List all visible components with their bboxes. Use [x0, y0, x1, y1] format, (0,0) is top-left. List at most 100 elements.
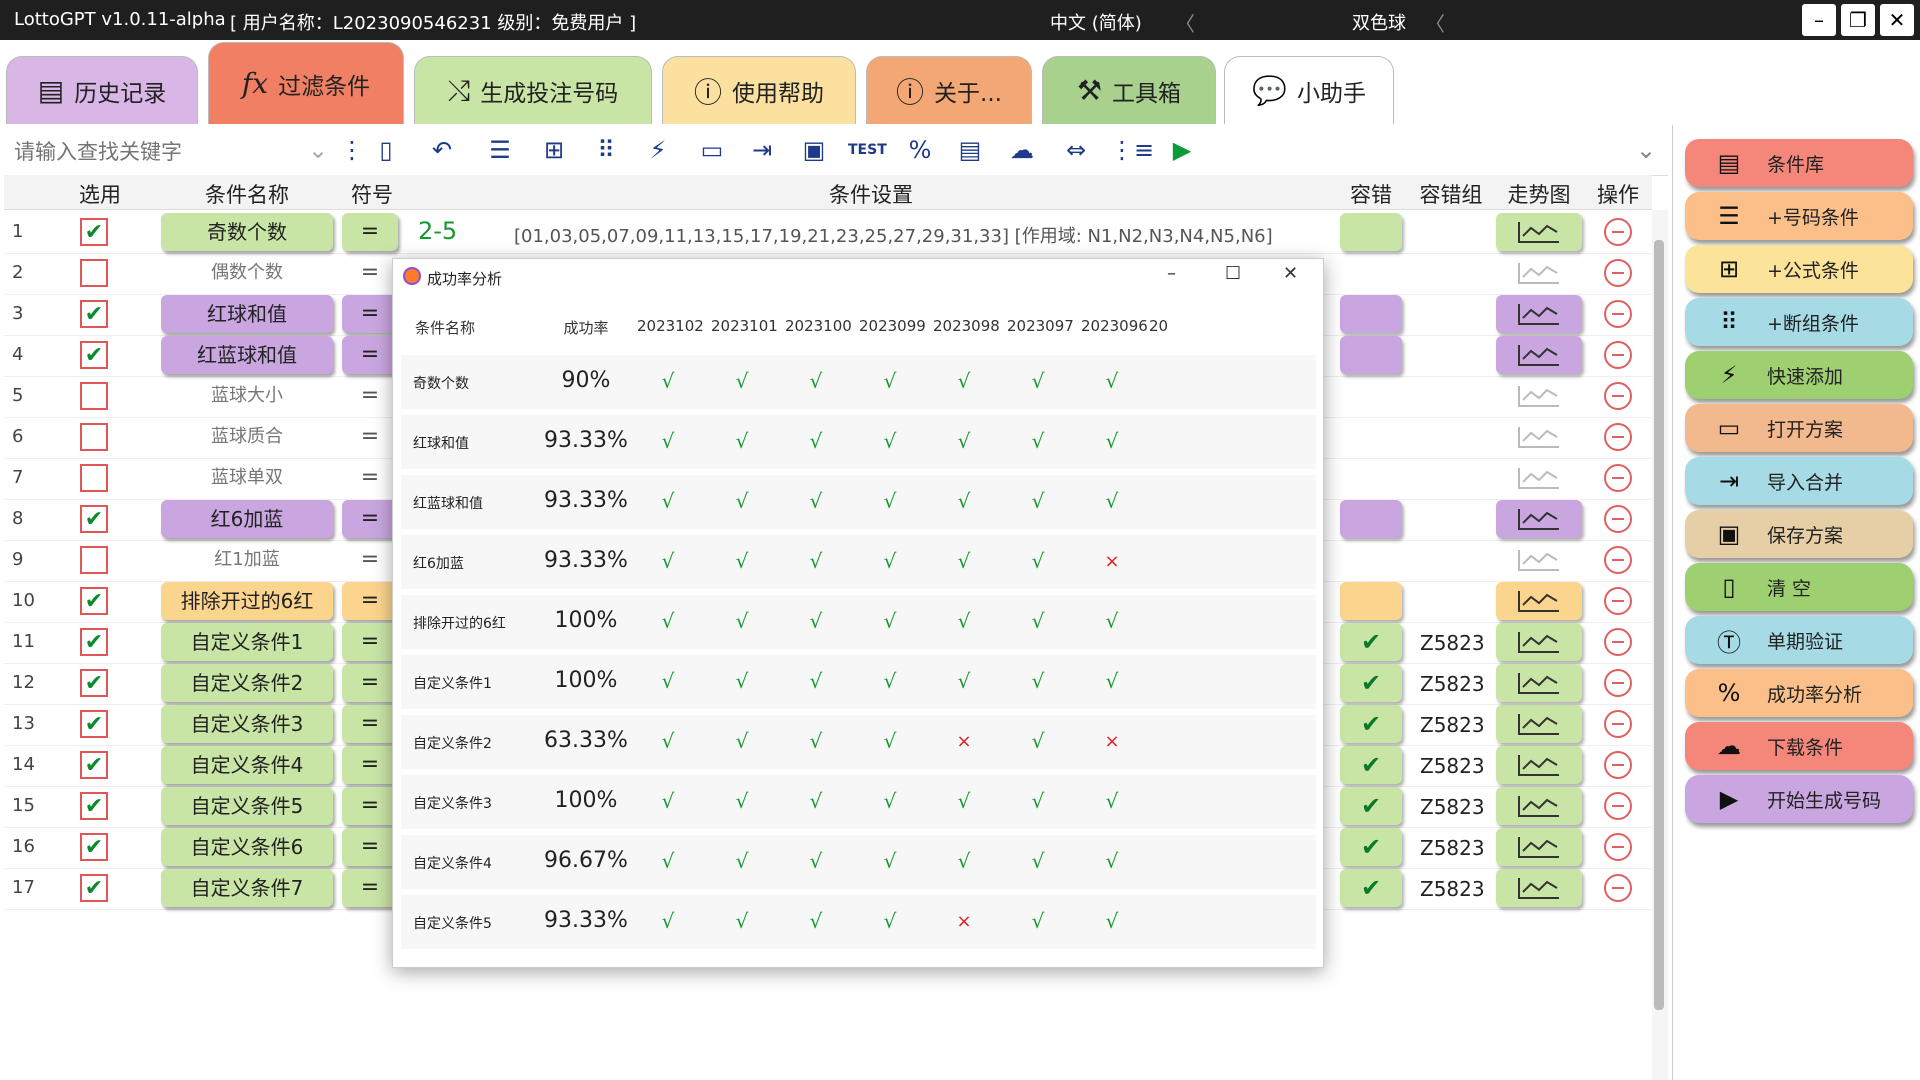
scroll-thumb[interactable] — [1654, 240, 1664, 1010]
tolerance-toggle[interactable] — [1340, 582, 1402, 620]
trend-chart-button[interactable] — [1496, 787, 1582, 825]
right-panel-button[interactable]: ⇥ 导入合并 — [1685, 457, 1913, 505]
trend-chart-button[interactable] — [1496, 828, 1582, 866]
vertical-scrollbar[interactable] — [1652, 210, 1668, 1080]
condition-symbol[interactable]: = — [342, 295, 398, 333]
tolerance-toggle[interactable]: ✔ — [1340, 623, 1402, 661]
right-panel-button[interactable]: ⊞ +公式条件 — [1685, 245, 1913, 293]
remove-icon[interactable] — [1604, 300, 1632, 328]
remove-icon[interactable] — [1604, 382, 1632, 410]
right-panel-button[interactable]: ▣ 保存方案 — [1685, 510, 1913, 558]
more-icon[interactable]: ⋮ — [334, 133, 370, 167]
dialog-close-button[interactable]: ✕ — [1283, 263, 1298, 284]
trend-chart-button[interactable] — [1496, 664, 1582, 702]
remove-icon[interactable] — [1604, 628, 1632, 656]
select-checkbox[interactable]: ✔ — [80, 341, 108, 369]
tab-toolbox[interactable]: ⚒ 工具箱 — [1042, 56, 1216, 124]
tree-icon[interactable]: ⋮≡ — [1110, 133, 1154, 167]
remove-icon[interactable] — [1604, 587, 1632, 615]
condition-symbol[interactable]: = — [342, 213, 398, 251]
tolerance-toggle[interactable] — [1340, 295, 1402, 333]
right-panel-button[interactable]: % 成功率分析 — [1685, 669, 1913, 717]
remove-icon[interactable] — [1604, 218, 1632, 246]
condition-name[interactable]: 自定义条件3 — [161, 705, 333, 743]
close-button[interactable]: ✕ — [1880, 4, 1914, 36]
chevron-left-icon[interactable]: 〈 — [1425, 8, 1445, 37]
condition-name[interactable]: 红球和值 — [161, 295, 333, 333]
condition-name[interactable]: 自定义条件2 — [161, 664, 333, 702]
library-icon[interactable]: ▤ — [952, 133, 988, 167]
tolerance-toggle[interactable]: ✔ — [1340, 664, 1402, 702]
select-checkbox[interactable] — [80, 382, 108, 410]
maximize-button[interactable]: ❐ — [1841, 4, 1875, 36]
trend-chart-button[interactable] — [1496, 746, 1582, 784]
import-icon[interactable]: ⇥ — [744, 133, 780, 167]
trend-chart-button[interactable] — [1496, 623, 1582, 661]
right-panel-button[interactable]: ⠿ +断组条件 — [1685, 298, 1913, 346]
language-selector[interactable]: 中文 (简体) — [1050, 9, 1142, 35]
trend-chart-button[interactable] — [1496, 500, 1582, 538]
select-checkbox[interactable]: ✔ — [80, 505, 108, 533]
trend-chart-button[interactable] — [1496, 459, 1582, 497]
percent-icon[interactable]: % — [902, 133, 938, 167]
remove-icon[interactable] — [1604, 751, 1632, 779]
select-checkbox[interactable]: ✔ — [80, 669, 108, 697]
tolerance-toggle[interactable]: ✔ — [1340, 869, 1402, 907]
minimize-button[interactable]: – — [1802, 4, 1836, 36]
undo-icon[interactable]: ↶ — [424, 133, 460, 167]
remove-icon[interactable] — [1604, 792, 1632, 820]
condition-symbol[interactable]: = — [342, 705, 398, 743]
remove-icon[interactable] — [1604, 423, 1632, 451]
tolerance-toggle[interactable]: ✔ — [1340, 828, 1402, 866]
remove-icon[interactable] — [1604, 833, 1632, 861]
dialog-minimize-button[interactable]: – — [1167, 263, 1176, 284]
tab-filter[interactable]: fx 过滤条件 — [208, 42, 404, 124]
lottery-selector[interactable]: 双色球 — [1352, 9, 1406, 35]
select-checkbox[interactable]: ✔ — [80, 874, 108, 902]
trend-chart-button[interactable] — [1496, 213, 1582, 251]
condition-symbol[interactable]: = — [342, 459, 398, 497]
right-panel-button[interactable]: ☰ +号码条件 — [1685, 192, 1913, 240]
condition-name[interactable]: 红1加蓝 — [161, 541, 333, 579]
tab-history[interactable]: ▤ 历史记录 — [6, 56, 198, 124]
trend-chart-button[interactable] — [1496, 254, 1582, 292]
condition-symbol[interactable]: = — [342, 623, 398, 661]
remove-icon[interactable] — [1604, 669, 1632, 697]
condition-name[interactable]: 自定义条件4 — [161, 746, 333, 784]
trend-chart-button[interactable] — [1496, 377, 1582, 415]
condition-symbol[interactable]: = — [342, 746, 398, 784]
condition-name[interactable]: 红蓝球和值 — [161, 336, 333, 374]
right-panel-button[interactable]: ⚡ 快速添加 — [1685, 351, 1913, 399]
tab-generate[interactable]: ⤭ 生成投注号码 — [414, 56, 652, 124]
trend-chart-button[interactable] — [1496, 705, 1582, 743]
select-checkbox[interactable]: ✔ — [80, 218, 108, 246]
select-checkbox[interactable] — [80, 546, 108, 574]
condition-name[interactable]: 红6加蓝 — [161, 500, 333, 538]
condition-symbol[interactable]: = — [342, 541, 398, 579]
tab-help[interactable]: ⓘ 使用帮助 — [662, 56, 856, 124]
tolerance-toggle[interactable] — [1340, 213, 1402, 251]
formula-icon[interactable]: ⊞ — [536, 133, 572, 167]
trend-chart-button[interactable] — [1496, 869, 1582, 907]
remove-icon[interactable] — [1604, 546, 1632, 574]
right-panel-button[interactable]: ☁ 下载条件 — [1685, 722, 1913, 770]
new-file-icon[interactable]: ▯ — [368, 133, 404, 167]
condition-symbol[interactable]: = — [342, 787, 398, 825]
right-panel-button[interactable]: ▤ 条件库 — [1685, 139, 1913, 187]
condition-name[interactable]: 奇数个数 — [161, 213, 333, 251]
right-panel-button[interactable]: ▶ 开始生成号码 — [1685, 775, 1913, 823]
tolerance-toggle[interactable]: ✔ — [1340, 746, 1402, 784]
chevron-left-icon[interactable]: 〈 — [1175, 8, 1195, 37]
tolerance-toggle[interactable]: ✔ — [1340, 705, 1402, 743]
condition-symbol[interactable]: = — [342, 869, 398, 907]
select-checkbox[interactable]: ✔ — [80, 628, 108, 656]
quick-add-icon[interactable]: ⚡ — [640, 133, 676, 167]
tolerance-toggle[interactable] — [1340, 336, 1402, 374]
condition-name[interactable]: 排除开过的6红 — [161, 582, 333, 620]
condition-symbol[interactable]: = — [342, 418, 398, 456]
remove-icon[interactable] — [1604, 464, 1632, 492]
tolerance-toggle[interactable]: ✔ — [1340, 787, 1402, 825]
play-icon[interactable]: ▶ — [1164, 133, 1200, 167]
condition-name[interactable]: 蓝球大小 — [161, 377, 333, 415]
right-panel-button[interactable]: ▯ 清 空 — [1685, 563, 1913, 611]
